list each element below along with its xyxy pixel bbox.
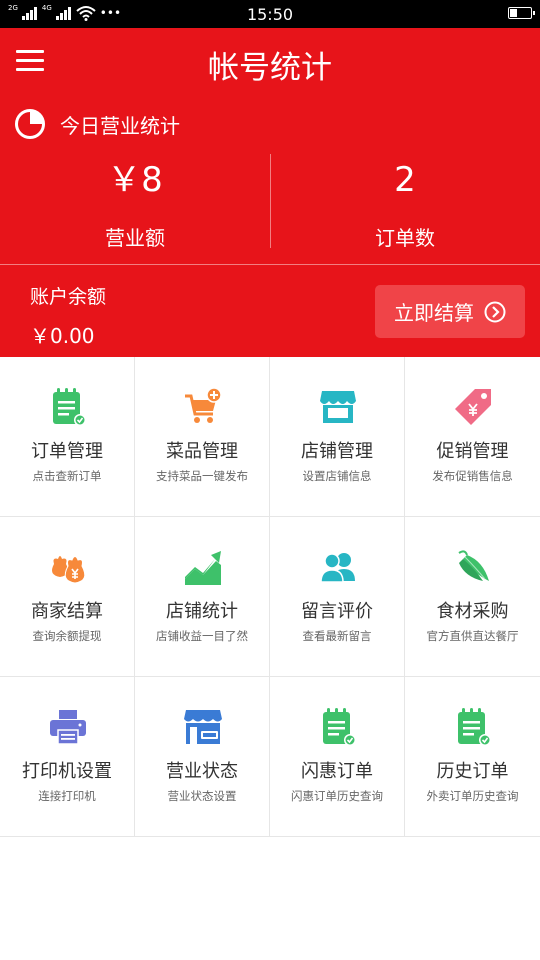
grid-item-title: 打印机设置 [22, 761, 112, 782]
grid-item-business-status[interactable]: 营业状态 营业状态设置 [135, 677, 270, 837]
grid-item-title: 菜品管理 [166, 441, 238, 462]
settle-button[interactable]: 立即结算 [375, 285, 525, 338]
vegetable-icon [458, 550, 489, 581]
page-title: 帐号统计 [208, 50, 332, 86]
revenue-value: ￥8 [107, 160, 163, 200]
grid-item-subtitle: 设置店铺信息 [302, 469, 372, 483]
grid-item-title: 店铺管理 [301, 441, 373, 462]
order-icon [323, 708, 356, 746]
stat-revenue: ￥8 营业额 [0, 158, 270, 251]
today-section: 今日营业统计 [14, 108, 180, 140]
grid-item-subtitle: 官方直供直达餐厅 [426, 629, 519, 643]
function-grid: 订单管理 点击查新订单 菜品管理 支持菜品一键发布 店铺管理 设置店铺信息 促销… [0, 357, 540, 837]
grid-item-store-management[interactable]: 店铺管理 设置店铺信息 [270, 357, 405, 517]
grid-item-title: 商家结算 [31, 601, 103, 622]
grid-item-order-management[interactable]: 订单管理 点击查新订单 [0, 357, 135, 517]
trend-chart-icon [185, 551, 221, 585]
grid-item-title: 历史订单 [436, 761, 509, 782]
order-icon [53, 388, 86, 426]
grid-item-promotion-management[interactable]: 促销管理 发布促销售信息 [405, 357, 540, 517]
grid-item-subtitle: 外卖订单历史查询 [426, 789, 519, 803]
pie-chart-icon [15, 109, 45, 139]
grid-item-subtitle: 发布促销售信息 [432, 469, 513, 483]
grid-item-subtitle: 连接打印机 [38, 789, 96, 803]
grid-item-history-orders[interactable]: 历史订单 外卖订单历史查询 [405, 677, 540, 837]
grid-item-subtitle: 查看最新留言 [302, 629, 372, 643]
settle-button-label: 立即结算 [394, 301, 474, 325]
chevron-right-circle-icon [484, 301, 506, 322]
grid-item-merchant-settlement[interactable]: 商家结算 查询余额提现 [0, 517, 135, 677]
grid-item-subtitle: 查询余额提现 [32, 629, 102, 643]
users-icon [320, 553, 355, 583]
open-shop-icon [184, 710, 222, 744]
balance-label: 账户余额 [30, 286, 107, 308]
grid-item-subtitle: 点击查新订单 [32, 469, 102, 483]
storefront-icon [320, 391, 356, 423]
status-time: 15:50 [246, 5, 294, 24]
orders-label: 订单数 [375, 226, 435, 250]
grid-item-title: 留言评价 [301, 601, 373, 622]
section-divider [0, 264, 540, 265]
battery-icon [508, 7, 535, 19]
grid-item-store-statistics[interactable]: 店铺统计 店铺收益一目了然 [135, 517, 270, 677]
revenue-label: 营业额 [105, 226, 165, 250]
grid-item-subtitle: 营业状态设置 [167, 789, 237, 803]
cart-add-icon [185, 387, 222, 423]
grid-item-title: 促销管理 [436, 441, 509, 462]
status-bar: 2G 4G ••• 15:50 [0, 0, 540, 28]
stat-orders: 2 订单数 [270, 158, 540, 251]
grid-item-title: 店铺统计 [166, 601, 238, 622]
grid-item-title: 营业状态 [166, 761, 238, 782]
grid-item-reviews[interactable]: 留言评价 查看最新留言 [270, 517, 405, 677]
grid-item-subtitle: 店铺收益一目了然 [156, 629, 248, 643]
balance-value: ￥0.00 [30, 324, 95, 348]
grid-item-title: 食材采购 [436, 601, 509, 622]
money-bag-icon [52, 556, 86, 584]
today-label: 今日营业统计 [60, 113, 180, 138]
grid-item-subtitle: 闪惠订单历史查询 [291, 789, 383, 803]
grid-item-flash-orders[interactable]: 闪惠订单 闪惠订单历史查询 [270, 677, 405, 837]
orders-value: 2 [394, 160, 416, 200]
printer-icon [50, 710, 86, 745]
grid-item-title: 订单管理 [31, 441, 103, 462]
grid-item-title: 闪惠订单 [301, 761, 373, 782]
grid-item-printer-settings[interactable]: 打印机设置 连接打印机 [0, 677, 135, 837]
header-panel: 帐号统计 今日营业统计 ￥8 营业额 2 订单数 账户余额 ￥0.00 立即结算 [0, 28, 540, 357]
order-icon [458, 708, 491, 746]
grid-item-subtitle: 支持菜品一键发布 [156, 469, 248, 483]
grid-item-dish-management[interactable]: 菜品管理 支持菜品一键发布 [135, 357, 270, 517]
grid-item-ingredient-purchase[interactable]: 食材采购 官方直供直达餐厅 [405, 517, 540, 677]
price-tag-icon [455, 389, 491, 425]
